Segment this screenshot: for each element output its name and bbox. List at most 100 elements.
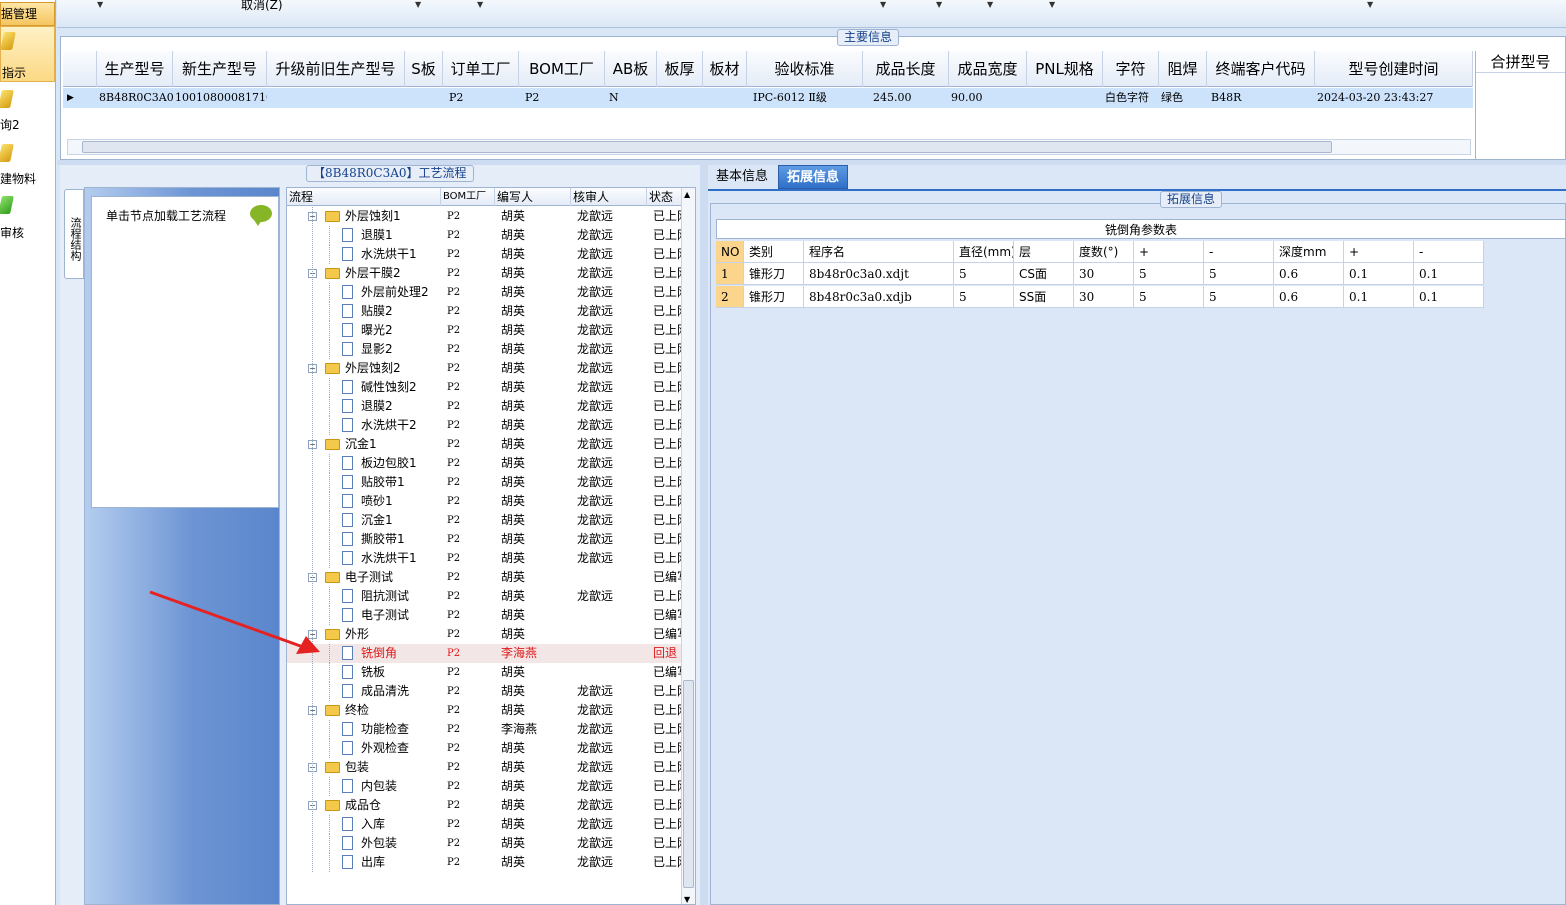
tree-step-row[interactable]: 外包装 P2 胡英 龙歆远 已上网 <box>287 834 683 853</box>
column-header[interactable]: 终端客户代码 <box>1207 51 1315 87</box>
sidebar-item-query2[interactable]: 询2 <box>0 88 55 136</box>
param-cell[interactable]: 5 <box>1204 286 1274 308</box>
cancel-button[interactable]: 取消(Z) <box>241 0 283 13</box>
tree-header-flow[interactable]: 流程 <box>287 188 441 206</box>
dropdown-arrow-icon[interactable]: ▼ <box>1049 0 1055 9</box>
tree-step-row[interactable]: 铣板 P2 胡英 已编写 <box>287 663 683 682</box>
param-column-header[interactable]: + <box>1344 241 1414 263</box>
param-column-header[interactable]: + <box>1134 241 1204 263</box>
dropdown-arrow-icon[interactable]: ▼ <box>880 0 886 9</box>
param-cell[interactable]: 8b48r0c3a0.xdjt <box>804 263 954 285</box>
column-header[interactable]: 板厚 <box>657 51 703 87</box>
cell-material[interactable] <box>703 88 747 108</box>
column-header[interactable]: 生产型号 <box>97 51 173 87</box>
tree-step-row[interactable]: 板边包胶1 P2 胡英 龙歆远 已上网 <box>287 454 683 473</box>
tree-step-row[interactable]: 水洗烘干1 P2 胡英 龙歆远 已上网 <box>287 245 683 264</box>
tree-folder-row[interactable]: −外形P2胡英已编写 <box>287 625 683 644</box>
tree-step-row[interactable]: 铣倒角 P2 李海燕 回退 <box>287 644 683 663</box>
param-cell[interactable]: 5 <box>1204 263 1274 285</box>
column-header[interactable]: 升级前旧生产型号 <box>267 51 405 87</box>
column-header[interactable]: 阻焊 <box>1159 51 1207 87</box>
column-header[interactable]: 订单工厂 <box>443 51 519 87</box>
param-cell[interactable]: 0.1 <box>1414 263 1484 285</box>
tree-step-row[interactable]: 贴膜2 P2 胡英 龙歆远 已上网 <box>287 302 683 321</box>
param-cell[interactable]: 30 <box>1074 263 1134 285</box>
tree-step-row[interactable]: 退膜2 P2 胡英 龙歆远 已上网 <box>287 397 683 416</box>
dropdown-arrow-icon[interactable]: ▼ <box>936 0 942 9</box>
column-header[interactable]: 验收标准 <box>747 51 863 87</box>
cell-prod-model[interactable]: 8B48R0C3A0 <box>97 88 173 108</box>
param-cell[interactable]: 0.6 <box>1274 263 1344 285</box>
param-cell[interactable]: 0.1 <box>1344 263 1414 285</box>
sidebar-selected-item[interactable]: 据管理 <box>0 2 55 26</box>
tree-step-row[interactable]: 显影2 P2 胡英 龙歆远 已上网 <box>287 340 683 359</box>
tree-step-row[interactable]: 阻抗测试 P2 胡英 龙歆远 已上网 <box>287 587 683 606</box>
cell-order-factory[interactable]: P2 <box>443 88 519 108</box>
param-column-header[interactable]: 类别 <box>744 241 804 263</box>
tree-folder-row[interactable]: −成品仓P2胡英龙歆远已上网 <box>287 796 683 815</box>
param-cell[interactable]: 2 <box>716 286 744 308</box>
tree-folder-row[interactable]: −沉金1P2胡英龙歆远已上网 <box>287 435 683 454</box>
column-header[interactable]: 新生产型号 <box>173 51 267 87</box>
scroll-up-icon[interactable]: ▲ <box>684 190 690 199</box>
param-cell[interactable]: 8b48r0c3a0.xdjb <box>804 286 954 308</box>
tab-extended-info[interactable]: 拓展信息 <box>778 165 849 189</box>
column-header[interactable]: 成品长度 <box>863 51 949 87</box>
tree-step-row[interactable]: 曝光2 P2 胡英 龙歆远 已上网 <box>287 321 683 340</box>
tree-header-bom-factory[interactable]: BOM工厂 <box>441 188 495 206</box>
sidebar-item-create-material[interactable]: 建物料 <box>0 142 55 190</box>
tree-header-writer[interactable]: 编写人 <box>495 188 571 206</box>
tree-step-row[interactable]: 入库 P2 胡英 龙歆远 已上网 <box>287 815 683 834</box>
tree-header-status[interactable]: 状态 <box>647 188 683 206</box>
param-column-header[interactable]: 直径(mm) <box>954 241 1014 263</box>
cell-char[interactable]: 白色字符 <box>1103 88 1159 108</box>
param-cell[interactable]: 0.1 <box>1344 286 1414 308</box>
scroll-down-icon[interactable]: ▼ <box>684 895 690 904</box>
tree-step-row[interactable]: 外层前处理2 P2 胡英 龙歆远 已上网 <box>287 283 683 302</box>
param-cell[interactable]: 5 <box>1134 286 1204 308</box>
cell-customer[interactable]: B48R <box>1207 88 1315 108</box>
dropdown-arrow-icon[interactable]: ▼ <box>1367 0 1373 9</box>
param-column-header[interactable]: NO <box>716 241 744 263</box>
table-row[interactable]: ▶ 8B48R0C3A0 10010800081710 P2 P2 N IPC-… <box>63 88 1473 108</box>
param-column-header[interactable]: - <box>1414 241 1484 263</box>
param-cell[interactable]: SS面 <box>1014 286 1074 308</box>
tree-folder-row[interactable]: −包装P2胡英龙歆远已上网 <box>287 758 683 777</box>
param-column-header[interactable]: 层 <box>1014 241 1074 263</box>
vertical-scrollbar[interactable]: ▲ ▼ <box>681 188 695 904</box>
tree-step-row[interactable]: 水洗烘干2 P2 胡英 龙歆远 已上网 <box>287 416 683 435</box>
tree-header-reviewer[interactable]: 核审人 <box>571 188 647 206</box>
cell-new-model[interactable]: 10010800081710 <box>173 88 267 108</box>
tree-folder-row[interactable]: −电子测试P2胡英已编写 <box>287 568 683 587</box>
column-header[interactable]: PNL规格 <box>1027 51 1103 87</box>
sidebar-item-review[interactable]: 审核 <box>0 194 55 242</box>
tree-step-row[interactable]: 贴胶带1 P2 胡英 龙歆远 已上网 <box>287 473 683 492</box>
param-column-header[interactable]: 程序名 <box>804 241 954 263</box>
param-column-header[interactable]: 度数(°) <box>1074 241 1134 263</box>
cell-created[interactable]: 2024-03-20 23:43:27 <box>1315 88 1473 108</box>
param-cell[interactable]: 5 <box>954 286 1014 308</box>
tree-folder-row[interactable]: −外层蚀刻1P2胡英龙歆远已上网 <box>287 207 683 226</box>
tree-step-row[interactable]: 出库 P2 胡英 龙歆远 已上网 <box>287 853 683 872</box>
dropdown-arrow-icon[interactable]: ▼ <box>97 0 103 9</box>
tree-step-row[interactable]: 成品清洗 P2 胡英 龙歆远 已上网 <box>287 682 683 701</box>
cell-thickness[interactable] <box>657 88 703 108</box>
dropdown-arrow-icon[interactable]: ▼ <box>415 0 421 9</box>
param-column-header[interactable]: - <box>1204 241 1274 263</box>
cell-solder[interactable]: 绿色 <box>1159 88 1207 108</box>
tree-step-row[interactable]: 撕胶带1 P2 胡英 龙歆远 已上网 <box>287 530 683 549</box>
scrollbar-thumb[interactable] <box>82 141 1332 153</box>
tree-step-row[interactable]: 水洗烘干1 P2 胡英 龙歆远 已上网 <box>287 549 683 568</box>
param-cell[interactable]: 30 <box>1074 286 1134 308</box>
dropdown-arrow-icon[interactable]: ▼ <box>477 0 483 9</box>
cell-standard[interactable]: IPC-6012 Ⅱ级 <box>747 88 863 108</box>
tree-folder-row[interactable]: −外层蚀刻2P2胡英龙歆远已上网 <box>287 359 683 378</box>
tab-flow-structure[interactable]: 流程结构 <box>64 189 84 279</box>
param-cell[interactable]: 5 <box>954 263 1014 285</box>
tree-folder-row[interactable]: −终检P2胡英龙歆远已上网 <box>287 701 683 720</box>
cell-s-board[interactable] <box>405 88 443 108</box>
param-cell[interactable]: 1 <box>716 263 744 285</box>
cell-pnl[interactable] <box>1027 88 1103 108</box>
tree-step-row[interactable]: 退膜1 P2 胡英 龙歆远 已上网 <box>287 226 683 245</box>
param-cell[interactable]: CS面 <box>1014 263 1074 285</box>
